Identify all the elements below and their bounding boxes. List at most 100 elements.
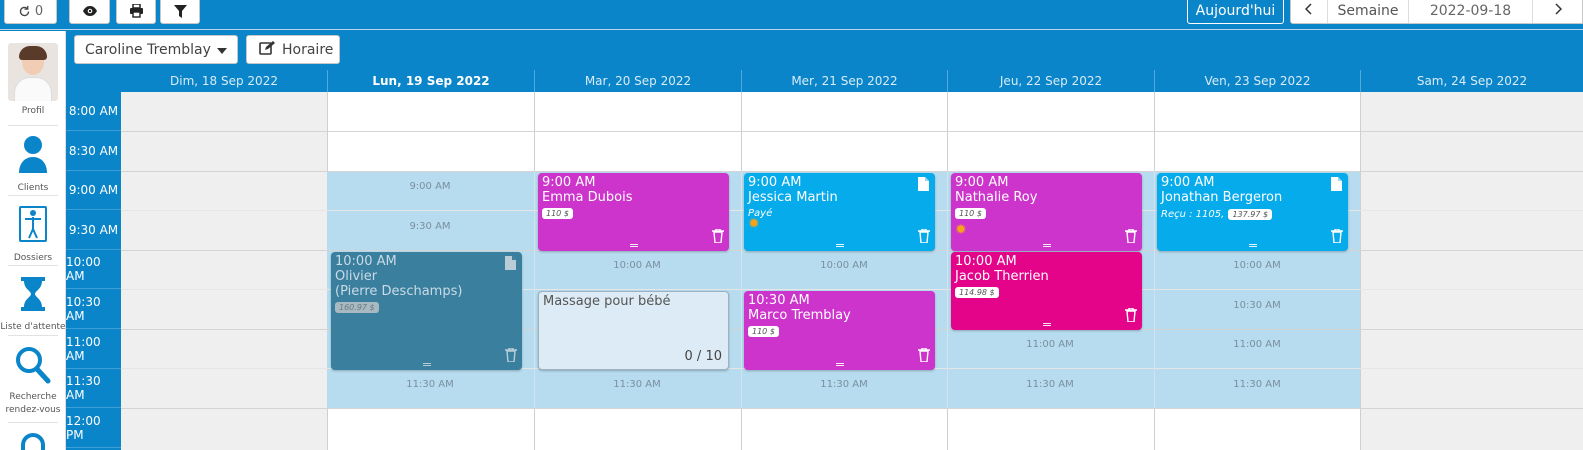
date-display[interactable]: 2022-09-18 [1409,0,1533,23]
sidebar-item-recherche[interactable]: Recherche rendez-vous [0,346,66,417]
resize-handle[interactable] [1042,244,1051,247]
appointment-client: Jacob Therrien [955,269,1049,284]
slot-label: 11:30 AM [613,379,661,390]
trash-icon[interactable] [1125,307,1137,326]
person-icon [18,135,48,178]
day-header: Mar, 20 Sep 2022 [534,70,741,92]
left-sidebar: Profil Clients Dossiers Liste d'attente … [0,31,66,450]
day-column-saturday[interactable] [1360,92,1583,450]
horaire-button[interactable]: Horaire [246,35,340,64]
day-column-sunday[interactable] [121,92,327,450]
time-label: 11:30 AM [66,369,121,408]
appointment-client: Marco Tremblay [748,308,851,323]
caret-down-icon [217,48,227,54]
refresh-count: 0 [34,3,44,19]
previous-button[interactable] [1291,0,1328,23]
trash-icon[interactable] [505,347,517,366]
sidebar-item-clients[interactable]: Clients [0,135,66,195]
edit-icon [259,40,275,59]
eye-icon [82,5,98,17]
chevron-right-icon [1554,3,1562,19]
appointment-jessica[interactable]: 9:00 AM Jessica Martin Payé ✹ [744,173,935,251]
slot-label: 11:30 AM [406,379,454,390]
sidebar-divider [8,125,58,126]
sun-icon: ✹ [955,222,967,238]
slot-label: 10:00 AM [820,260,868,271]
secondary-toolbar: Caroline Tremblay Horaire [66,31,1583,69]
resize-handle[interactable] [1042,323,1051,326]
time-label: 9:30 AM [66,211,121,250]
resize-handle[interactable] [835,363,844,366]
view-selector[interactable]: Semaine [1328,0,1409,23]
next-button[interactable] [1533,0,1582,23]
resize-handle[interactable] [422,363,431,366]
print-button[interactable] [116,0,156,24]
column-divider [534,171,535,408]
appointment-client: Nathalie Roy [955,190,1038,205]
appointment-time: 9:00 AM [1161,175,1215,190]
sidebar-divider [8,265,58,266]
group-class-massage[interactable]: Massage pour bébé 0 / 10 [538,291,729,370]
today-button[interactable]: Aujourd'hui [1187,0,1284,24]
sidebar-item-dossiers[interactable]: Dossiers [0,206,66,265]
appointment-nathalie[interactable]: 9:00 AM Nathalie Roy 110 $ ✹ [951,173,1142,251]
appointment-jonathan[interactable]: 9:00 AM Jonathan Bergeron Reçu : 1105, 1… [1157,173,1348,251]
day-header: Lun, 19 Sep 2022 [327,70,534,92]
resize-handle[interactable] [1248,244,1257,247]
sidebar-item-liste-attente[interactable]: Liste d'attente [0,277,66,334]
sidebar-item-label: Recherche rendez-vous [5,392,61,415]
trash-icon[interactable] [1331,228,1343,247]
horaire-label: Horaire [282,41,334,58]
receipt-number: Reçu : 1105, [1161,209,1225,220]
time-label: 9:00 AM [66,171,121,210]
trash-icon[interactable] [712,228,724,247]
payment-status: Payé [748,208,773,219]
view-button[interactable] [69,0,110,24]
appointment-olivier[interactable]: 10:00 AM Olivier (Pierre Deschamps) 160.… [331,252,522,370]
refresh-button[interactable]: 0 [4,0,57,24]
day-header: Ven, 23 Sep 2022 [1154,70,1360,92]
trash-icon[interactable] [918,347,930,366]
trash-icon[interactable] [1125,228,1137,247]
sidebar-divider [8,422,58,423]
class-title: Massage pour bébé [543,294,671,309]
column-divider [947,171,948,408]
calendar-grid: 9:00 AM 9:30 AM 11:30 AM 10:00 AM 11:30 … [121,92,1583,450]
practitioner-dropdown[interactable]: Caroline Tremblay [74,35,238,64]
grid-line [121,131,1583,132]
appointment-client: Jessica Martin [748,190,838,205]
price-badge: 110 $ [542,208,573,219]
document-icon[interactable] [1331,177,1342,195]
document-icon[interactable] [505,256,516,274]
day-headers: Dim, 18 Sep 2022 Lun, 19 Sep 2022 Mar, 2… [66,70,1583,92]
resize-handle[interactable] [629,244,638,247]
appointment-marco[interactable]: 10:30 AM Marco Tremblay 110 $ [744,291,935,370]
sidebar-item-label: Dossiers [13,253,53,263]
magnifier-icon [15,346,51,389]
day-header: Dim, 18 Sep 2022 [170,74,278,88]
printer-icon [129,4,144,18]
document-icon[interactable] [918,177,929,195]
trash-icon[interactable] [918,228,930,247]
appointment-emma[interactable]: 9:00 AM Emma Dubois 110 $ [538,173,729,251]
resize-handle[interactable] [835,244,844,247]
sidebar-item-label: Clients [17,183,49,193]
slot-label: 10:30 AM [1233,300,1281,311]
slot-label: 9:00 AM [409,181,451,192]
appointment-subclient: (Pierre Deschamps) [335,284,463,299]
slot-label: 9:30 AM [409,221,451,232]
appointment-time: 10:30 AM [748,293,810,308]
sidebar-item-profil[interactable]: Profil [0,43,66,118]
filter-button[interactable] [160,0,200,24]
appointment-jacob[interactable]: 10:00 AM Jacob Therrien 114.98 $ [951,252,1142,330]
body-icon [19,206,47,247]
slot-label: 11:00 AM [1026,339,1074,350]
column-divider [741,171,742,408]
hourglass-icon [21,277,45,316]
grid-line [121,171,1583,172]
price-badge: 160.97 $ [335,302,379,313]
day-header: Mer, 21 Sep 2022 [741,70,947,92]
day-header: Jeu, 22 Sep 2022 [947,70,1154,92]
lock-icon[interactable] [21,433,45,450]
day-header: Sam, 24 Sep 2022 [1360,70,1583,92]
